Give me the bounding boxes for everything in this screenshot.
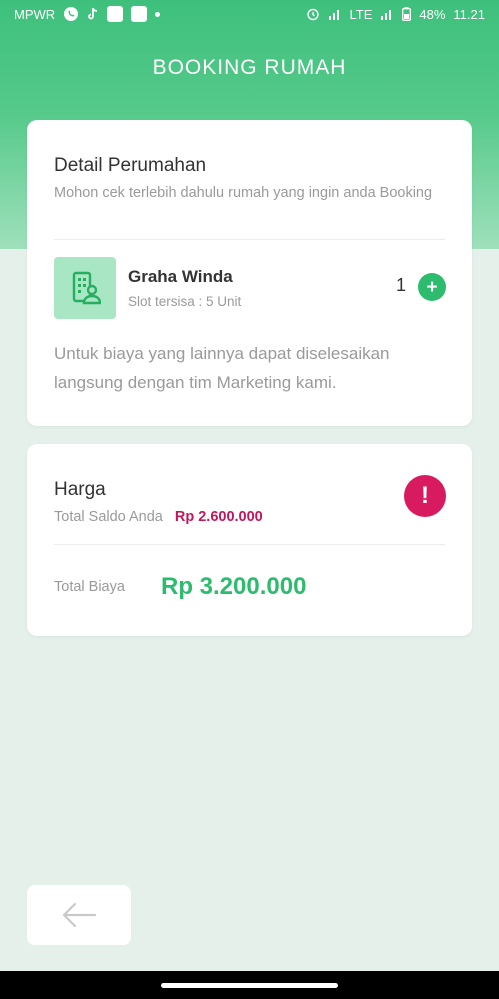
status-left: MPWR [14, 6, 161, 22]
battery-label: 48% [419, 6, 446, 22]
battery-icon [402, 7, 412, 21]
divider [54, 239, 445, 240]
dot-icon [155, 11, 161, 17]
navigation-bar [0, 971, 499, 999]
carrier-label: MPWR [14, 6, 56, 22]
back-button[interactable] [27, 885, 131, 945]
arrow-left-icon [62, 902, 97, 928]
biaya-label: Total Biaya [54, 579, 125, 595]
app-square-icon [131, 6, 148, 22]
harga-card: Harga Total Saldo Anda Rp 2.600.000 ! To… [27, 444, 472, 636]
building-person-icon [54, 257, 116, 319]
alert-button[interactable]: ! [404, 475, 446, 517]
biaya-amount: Rp 3.200.000 [161, 573, 307, 600]
status-bar: MPWR LTE 48% 11.21 [0, 0, 499, 28]
signal-icon [380, 8, 394, 20]
harga-title: Harga [54, 479, 106, 500]
saldo-amount: Rp 2.600.000 [174, 509, 263, 525]
quantity-value: 1 [396, 275, 407, 295]
network-label: LTE [349, 6, 373, 22]
alarm-icon [306, 7, 320, 21]
house-slot: Slot tersisa : 5 Unit [128, 294, 242, 309]
divider [54, 544, 445, 545]
detail-subtitle: Mohon cek terlebih dahulu rumah yang ing… [54, 185, 433, 201]
home-indicator[interactable] [161, 983, 338, 988]
whatsapp-icon [63, 6, 79, 22]
signal-icon [328, 8, 342, 20]
detail-title: Detail Perumahan [54, 155, 207, 176]
info-note: Untuk biaya yang lainnya dapat diselesai… [54, 344, 390, 392]
status-right: LTE 48% 11.21 [306, 6, 485, 22]
page-title: BOOKING RUMAH [152, 56, 347, 79]
app-square-icon [107, 6, 124, 22]
house-name: Graha Winda [128, 267, 233, 286]
clock-label: 11.21 [453, 6, 485, 22]
saldo-label: Total Saldo Anda [54, 509, 163, 525]
tiktok-icon [87, 7, 99, 21]
add-quantity-button[interactable]: + [418, 273, 446, 301]
detail-card: Detail Perumahan Mohon cek terlebih dahu… [27, 120, 472, 426]
saldo-row: Total Saldo Anda Rp 2.600.000 [54, 509, 263, 525]
